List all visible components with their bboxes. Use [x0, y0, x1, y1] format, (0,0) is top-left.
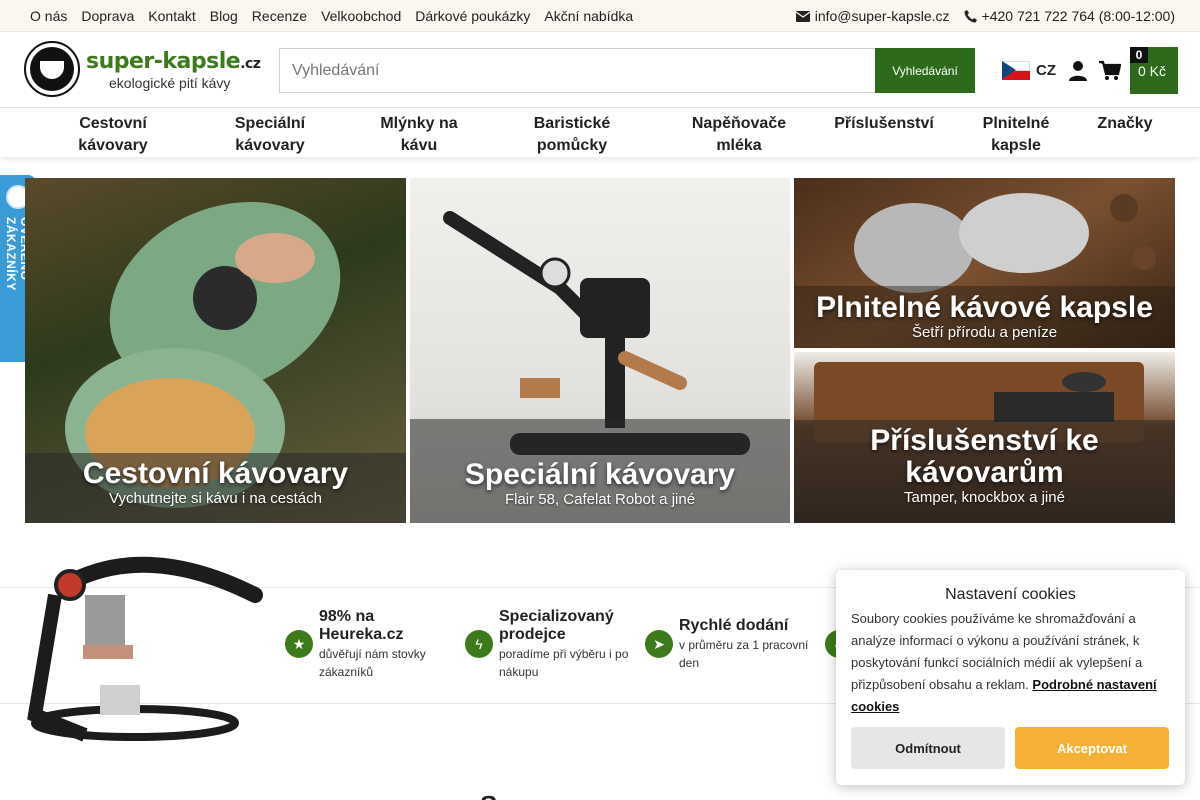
logo-tagline: ekologické pití kávy: [109, 75, 231, 91]
czech-flag-icon: [1002, 61, 1030, 80]
cookie-consent-dialog: Nastavení cookies Soubory cookies použív…: [836, 570, 1185, 785]
banner-title: Plnitelné kávové kapsle: [816, 291, 1153, 324]
banner-specialni-kavovary[interactable]: Speciální kávovary Flair 58, Cafelat Rob…: [410, 178, 790, 523]
cookie-accept-button[interactable]: Akceptovat: [1015, 727, 1169, 769]
top-link-doprava[interactable]: Doprava: [81, 8, 134, 24]
search-bar: Vyhledávání: [279, 48, 975, 93]
banner-cestovni-kavovary[interactable]: Cestovní kávovary Vychutnejte si kávu i …: [25, 178, 406, 523]
feature-title: 98% na Heureka.cz: [319, 608, 404, 643]
top-link-velkoobchod[interactable]: Velkoobchod: [321, 8, 401, 24]
feature-fast-delivery: ➤ Rychlé dodání v průměru za 1 pracovní …: [645, 588, 815, 705]
feature-specialized-seller: ϟ Specializovaný prodejce poradíme při v…: [465, 588, 635, 705]
bolt-icon: ϟ: [465, 630, 493, 658]
banner-title: Speciální kávovary: [464, 458, 736, 491]
nav-item-specialni-kavovary[interactable]: Speciální kávovary: [220, 113, 320, 157]
cart-price: 0 Kč: [1138, 63, 1167, 79]
top-bar: O nás Doprava Kontakt Blog Recenze Velko…: [0, 0, 1200, 32]
banner-title: Cestovní kávovary: [82, 457, 349, 490]
user-icon[interactable]: [1068, 60, 1088, 82]
flair-espresso-machine-image: [27, 556, 263, 742]
feature-heureka: ★ 98% na Heureka.cz důvěřují nám stovky …: [285, 588, 455, 705]
nav-item-znacky[interactable]: Značky: [1090, 113, 1160, 135]
envelope-icon: [795, 10, 810, 22]
email-link[interactable]: info@super-kapsle.cz: [795, 8, 950, 24]
feature-subtitle: důvěřují nám stovky zákazníků: [319, 647, 426, 679]
feature-subtitle: poradíme při výběru i po nákupu: [499, 647, 629, 679]
nav-item-cestovni-kavovary[interactable]: Cestovní kávovary: [66, 113, 160, 157]
banner-subtitle: Tamper, knockbox a jiné: [904, 489, 1065, 506]
cart-summary-button[interactable]: 0 0 Kč: [1130, 47, 1178, 94]
language-code: CZ: [1036, 62, 1056, 79]
nav-item-napenovace-mleka[interactable]: Napěňovače mléka: [680, 113, 798, 157]
banner-subtitle: Vychutnejte si kávu i na cestách: [109, 490, 322, 507]
top-link-recenze[interactable]: Recenze: [252, 8, 307, 24]
site-logo[interactable]: super-kapsle.cz ekologické pití kávy: [24, 41, 264, 99]
top-nav: O nás Doprava Kontakt Blog Recenze Velko…: [30, 0, 633, 32]
search-input[interactable]: [279, 48, 875, 93]
main-nav: Cestovní kávovary Speciální kávovary Mlý…: [0, 109, 1200, 157]
logo-cup-icon: [24, 41, 80, 97]
cart-icon[interactable]: [1099, 60, 1121, 82]
banner-plnitelne-kapsle[interactable]: Plnitelné kávové kapsle Šetří přírodu a …: [794, 178, 1175, 348]
feature-title: Rychlé dodání: [679, 617, 789, 634]
top-link-darkove-poukazky[interactable]: Dárkové poukázky: [415, 8, 530, 24]
email-text: info@super-kapsle.cz: [814, 8, 950, 24]
top-link-blog[interactable]: Blog: [210, 8, 238, 24]
star-icon: ★: [285, 630, 313, 658]
phone-text: +420 721 722 764 (8:00-12:00): [981, 8, 1175, 24]
banner-prislusenstvi[interactable]: Příslušenství ke kávovarům Tamper, knock…: [794, 352, 1175, 523]
feature-subtitle: v průměru za 1 pracovní den: [679, 638, 809, 670]
contact-info: info@super-kapsle.cz +420 721 722 764 (8…: [795, 0, 1175, 32]
nav-item-baristicke-pomucky[interactable]: Baristické pomůcky: [522, 113, 622, 157]
nav-item-plnitelne-kapsle[interactable]: Plnitelné kapsle: [968, 113, 1064, 157]
banner-subtitle: Flair 58, Cafelat Robot a jiné: [504, 491, 696, 508]
nav-item-mlynky-na-kavu[interactable]: Mlýnky na kávu: [370, 113, 468, 157]
top-link-o-nas[interactable]: O nás: [30, 8, 67, 24]
cart-count-badge: 0: [1130, 47, 1148, 63]
cookie-text: Soubory cookies používáme ke shromažďová…: [851, 611, 1157, 714]
cookie-title: Nastavení cookies: [945, 586, 1076, 603]
phone-link[interactable]: +420 721 722 764 (8:00-12:00): [964, 8, 1175, 24]
banner-subtitle: Šetří přírodu a peníze: [911, 324, 1058, 341]
nav-item-prislusenstvi[interactable]: Příslušenství: [826, 113, 942, 135]
logo-name: super-kapsle.cz: [86, 49, 261, 74]
phone-icon: [964, 9, 977, 22]
feature-title: Specializovaný prodejce: [499, 608, 614, 643]
site-header: super-kapsle.cz ekologické pití kávy Vyh…: [0, 33, 1200, 108]
top-link-kontakt[interactable]: Kontakt: [148, 8, 195, 24]
search-button[interactable]: Vyhledávání: [875, 48, 975, 93]
banner-title: Příslušenství ke kávovarům: [870, 424, 1099, 489]
cookie-reject-button[interactable]: Odmítnout: [851, 727, 1005, 769]
section-heading-partial: Se...: [480, 790, 533, 800]
top-link-akcni-nabidka[interactable]: Akční nabídka: [544, 8, 633, 24]
language-selector[interactable]: CZ: [1002, 61, 1056, 80]
send-icon: ➤: [645, 630, 673, 658]
